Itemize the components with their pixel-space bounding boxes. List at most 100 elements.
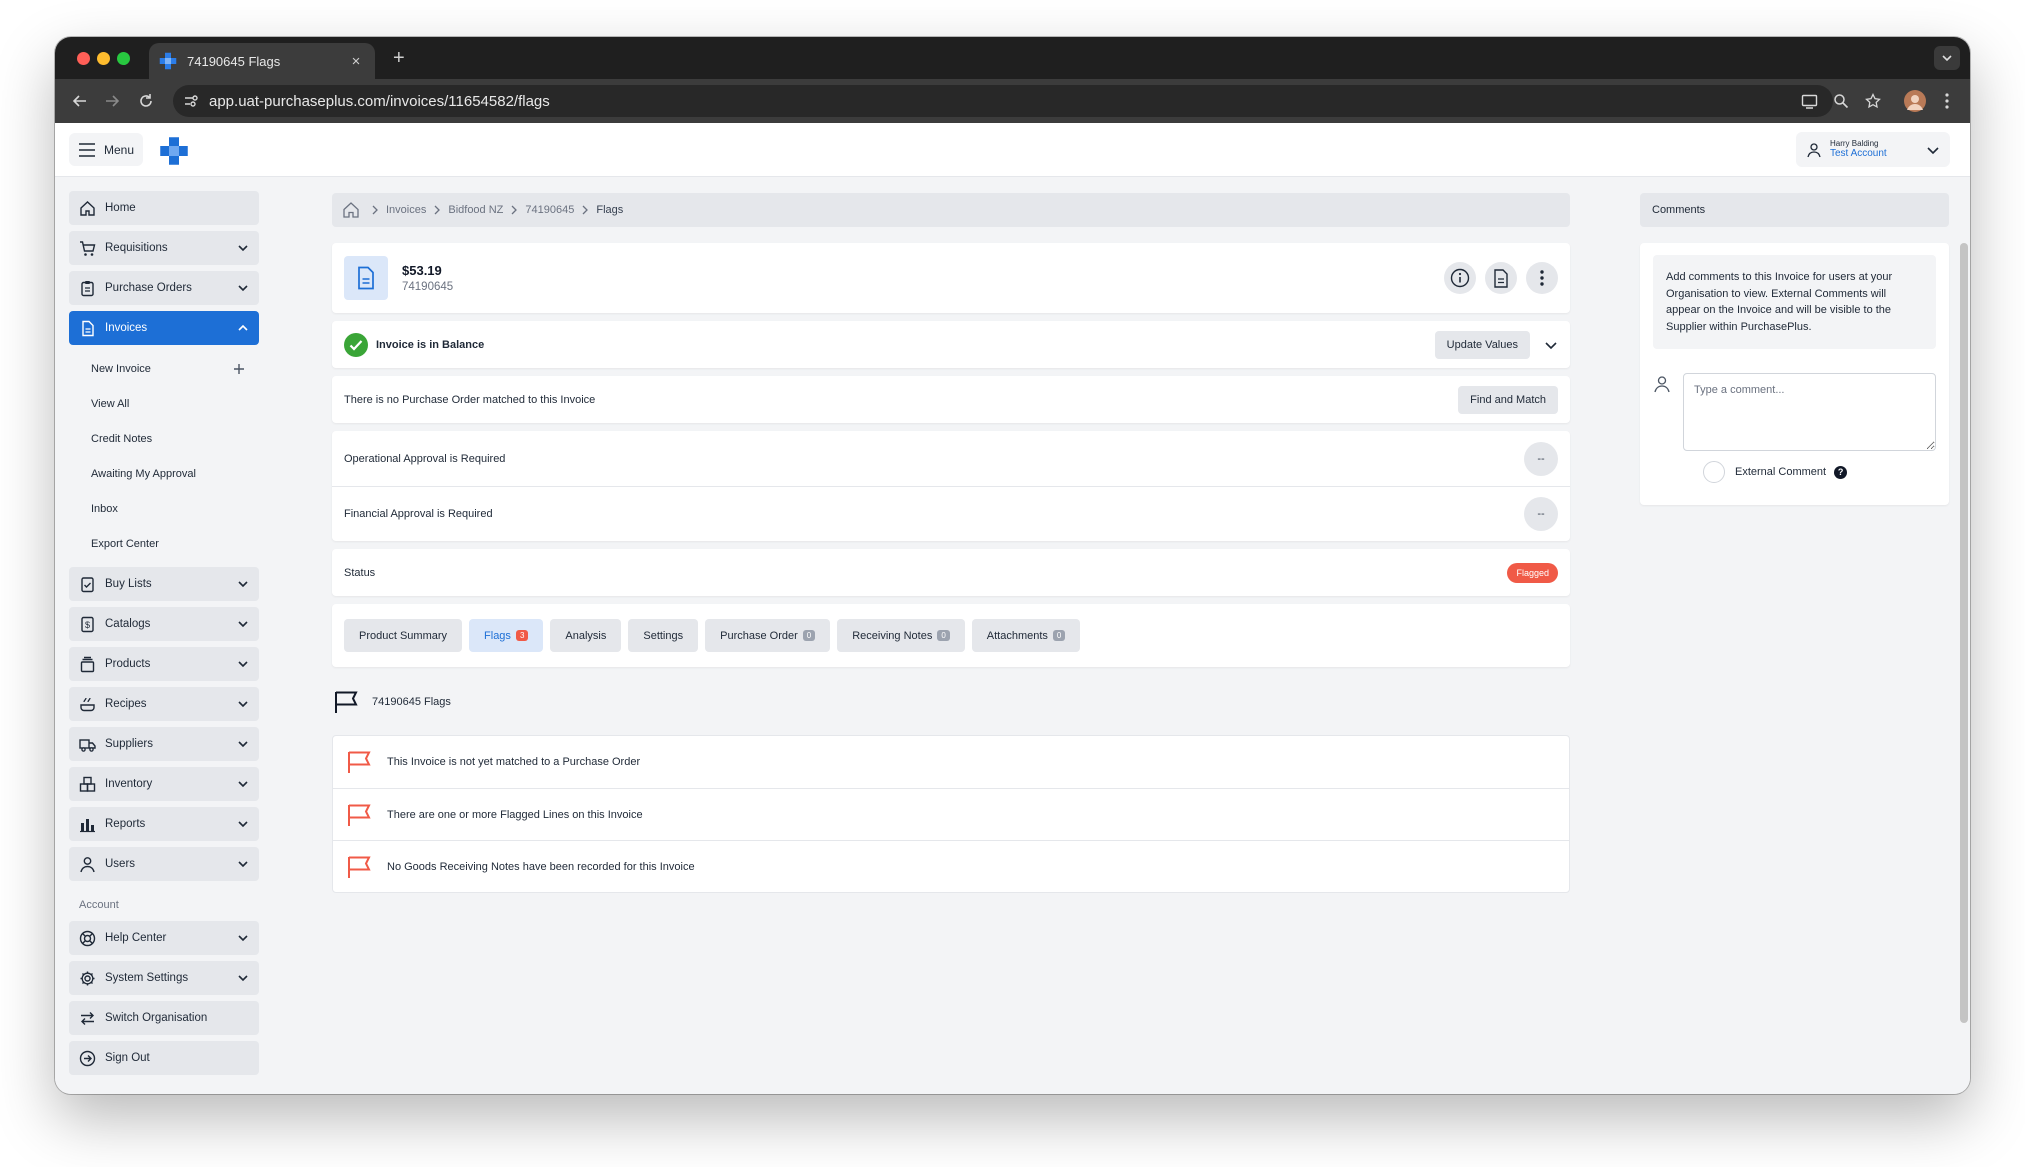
update-values-button[interactable]: Update Values — [1434, 330, 1530, 359]
more-actions-button[interactable] — [1526, 262, 1558, 294]
tab-receiving-notes[interactable]: Receiving Notes 0 — [837, 619, 965, 652]
minimize-window-button[interactable] — [97, 52, 110, 65]
approval-text: Operational Approval is Required — [344, 452, 506, 465]
sidebar-subitem-awaiting-my-approval[interactable]: Awaiting My Approval — [69, 456, 259, 491]
user-icon — [1807, 142, 1821, 157]
tab-attachments[interactable]: Attachments 0 — [971, 619, 1081, 652]
sidebar-item-buy-lists[interactable]: Buy Lists — [69, 567, 259, 601]
sidebar-item-products[interactable]: Products — [69, 647, 259, 681]
breadcrumb-supplier[interactable]: Bidfood NZ — [448, 204, 503, 216]
sidebar-item-reports[interactable]: Reports — [69, 807, 259, 841]
maximize-window-button[interactable] — [117, 52, 130, 65]
browser-menu-button[interactable] — [1936, 90, 1958, 112]
approval-row-operational: Operational Approval is Required -- — [332, 431, 1570, 486]
tab-settings[interactable]: Settings — [628, 619, 699, 652]
sidebar-item-suppliers[interactable]: Suppliers — [69, 727, 259, 761]
browser-tab-active[interactable]: 74190645 Flags × — [149, 43, 375, 79]
chevron-down-icon[interactable] — [1544, 338, 1558, 352]
chevron-right-icon — [372, 205, 378, 215]
sidebar-item-invoices[interactable]: Invoices — [69, 311, 259, 345]
browser-tab-title: 74190645 Flags — [187, 53, 281, 69]
flags-list: This Invoice is not yet matched to a Pur… — [332, 735, 1570, 893]
profile-avatar[interactable] — [1904, 90, 1926, 112]
external-comment-checkbox[interactable] — [1703, 461, 1725, 483]
url-text: app.uat-purchaseplus.com/invoices/116545… — [209, 92, 550, 110]
reload-button[interactable] — [135, 90, 157, 112]
zoom-button[interactable] — [1830, 90, 1852, 112]
back-button[interactable] — [69, 90, 91, 112]
financial-approver-button[interactable]: -- — [1524, 497, 1558, 531]
tab-label: Product Summary — [359, 629, 448, 642]
chevron-down-icon — [238, 621, 248, 628]
sidebar-item-users[interactable]: Users — [69, 847, 259, 881]
home-icon — [80, 200, 95, 216]
sidebar-item-sign-out[interactable]: Sign Out — [69, 1041, 259, 1075]
breadcrumb-invoice-number[interactable]: 74190645 — [525, 204, 574, 216]
flag-text: There are one or more Flagged Lines on t… — [387, 808, 643, 821]
document-view-button[interactable] — [1485, 262, 1517, 294]
users-icon — [80, 856, 95, 872]
bookmark-button[interactable] — [1862, 90, 1884, 112]
sidebar-subitem-view-all[interactable]: View All — [69, 386, 259, 421]
new-tab-button[interactable]: + — [393, 47, 405, 70]
address-bar[interactable]: app.uat-purchaseplus.com/invoices/116545… — [173, 85, 1833, 117]
home-icon[interactable] — [342, 201, 360, 219]
info-button[interactable] — [1444, 262, 1476, 294]
chevron-down-icon — [238, 975, 248, 982]
help-icon[interactable]: ? — [1834, 465, 1848, 479]
close-window-button[interactable] — [77, 52, 90, 65]
sidebar-item-label: Invoices — [105, 322, 148, 334]
sidebar-item-requisitions[interactable]: Requisitions — [69, 231, 259, 265]
flags-count-badge: 3 — [515, 630, 529, 641]
sidebar-item-system-settings[interactable]: System Settings — [69, 961, 259, 995]
sidebar-item-home[interactable]: Home — [69, 191, 259, 225]
plus-icon[interactable] — [233, 363, 245, 375]
receiving-notes-count-badge: 0 — [937, 630, 950, 641]
sidebar-item-purchase-orders[interactable]: Purchase Orders — [69, 271, 259, 305]
sidebar-item-inventory[interactable]: Inventory — [69, 767, 259, 801]
reports-icon — [80, 818, 95, 832]
tab-product-summary[interactable]: Product Summary — [344, 619, 463, 652]
menu-button[interactable]: Menu — [69, 133, 143, 166]
tab-flags[interactable]: Flags 3 — [469, 619, 544, 652]
tab-search-button[interactable] — [1934, 46, 1960, 70]
sidebar-item-label: Users — [105, 858, 136, 870]
purchaseplus-logo[interactable] — [159, 136, 189, 166]
page-scrollbar[interactable] — [1960, 243, 1968, 1023]
sidebar-item-help-center[interactable]: Help Center — [69, 921, 259, 955]
arrow-left-icon — [72, 95, 86, 107]
find-and-match-button[interactable]: Find and Match — [1458, 385, 1558, 414]
breadcrumb-invoices[interactable]: Invoices — [386, 204, 426, 216]
tab-purchase-order[interactable]: Purchase Order 0 — [705, 619, 831, 652]
sidebar-subitem-inbox[interactable]: Inbox — [69, 491, 259, 526]
sidebar-item-switch-organisation[interactable]: Switch Organisation — [69, 1001, 259, 1035]
sidebar-item-catalogs[interactable]: $ Catalogs — [69, 607, 259, 641]
comment-input[interactable] — [1683, 373, 1936, 451]
cast-button[interactable] — [1798, 90, 1820, 112]
flag-icon — [348, 804, 371, 826]
user-menu-button[interactable]: Harry Balding Test Account — [1796, 132, 1950, 167]
sidebar-subitem-credit-notes[interactable]: Credit Notes — [69, 421, 259, 456]
cart-icon — [80, 240, 96, 256]
operational-approver-button[interactable]: -- — [1524, 441, 1558, 476]
arrow-right-icon — [106, 95, 120, 107]
document-icon — [1494, 268, 1508, 288]
po-match-card: There is no Purchase Order matched to th… — [332, 376, 1570, 423]
approvals-card: Operational Approval is Required -- Fina… — [332, 431, 1570, 541]
forward-button[interactable] — [101, 90, 123, 112]
avatar-icon — [1907, 95, 1923, 110]
svg-text:$: $ — [85, 620, 90, 630]
sidebar-item-recipes[interactable]: Recipes — [69, 687, 259, 721]
tab-label: Flags — [484, 629, 511, 642]
buylist-icon — [81, 576, 94, 592]
chevron-down-icon — [238, 935, 248, 942]
sidebar-subitem-export-center[interactable]: Export Center — [69, 526, 259, 561]
tab-analysis[interactable]: Analysis — [550, 619, 622, 652]
user-name: Harry Balding — [1830, 139, 1879, 149]
sidebar-subitem-new-invoice[interactable]: New Invoice — [69, 351, 259, 386]
browser-window: 74190645 Flags × + app.uat-purchaseplus.… — [55, 37, 1970, 1094]
reload-icon — [140, 94, 152, 107]
tab-close-icon[interactable]: × — [347, 53, 365, 70]
sidebar-subitem-label: View All — [91, 397, 130, 410]
catalog-icon: $ — [81, 616, 94, 632]
